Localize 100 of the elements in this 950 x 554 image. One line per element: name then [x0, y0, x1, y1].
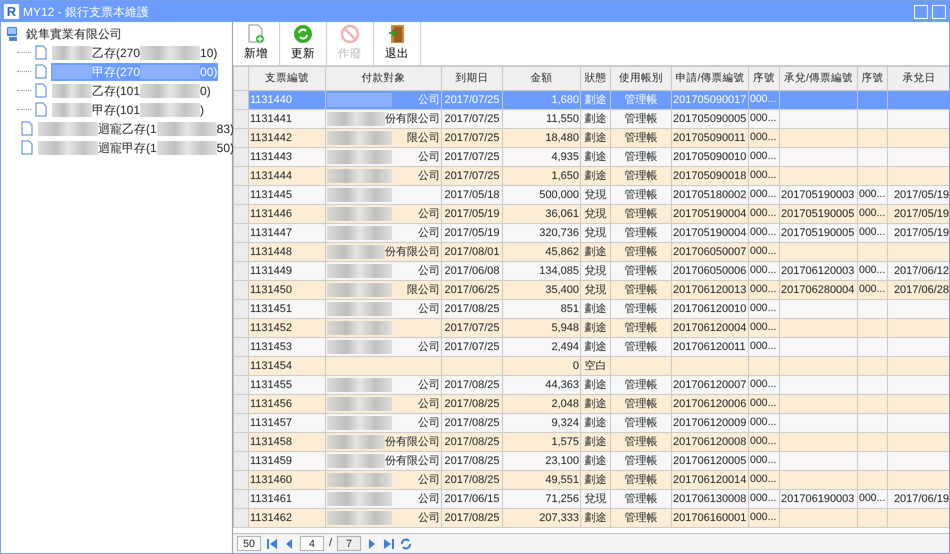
row-header[interactable]	[234, 128, 248, 148]
table-cell-text: 公司	[418, 416, 440, 431]
table-row[interactable]: 1131443 公司 2017/07/25 4,935 劃途 管理帳 201705090010 000...	[234, 148, 949, 166]
column-header[interactable]: 承兌日	[888, 66, 949, 90]
table-cell: 管理帳	[610, 470, 672, 490]
row-header[interactable]	[234, 470, 248, 490]
table-cell: 劃途	[580, 508, 610, 528]
table-row[interactable]: 1131448 份有限公司 2017/08/01 45,862 劃途 管理帳 201706050007 000...	[234, 242, 949, 262]
table-cell: 劃途	[580, 470, 610, 490]
row-header[interactable]	[234, 280, 248, 300]
row-header[interactable]	[234, 490, 248, 508]
column-header[interactable]: 序號	[748, 66, 780, 90]
table-row[interactable]: 1131445 2017/05/18 500,000 兌現 管理帳 201705180002 000... 201705190003 000... 2017/05/19	[234, 186, 949, 204]
table-cell: 劃途	[580, 414, 610, 432]
table-cell: 管理帳	[610, 338, 672, 356]
table-cell: 劃途	[580, 110, 610, 128]
table-cell: 201705190003	[780, 186, 858, 204]
table-row[interactable]: 1131453 公司 2017/07/25 2,494 劃途 管理帳 201706120011 000...	[234, 338, 949, 356]
table-cell: 000...	[858, 186, 888, 204]
refresh-icon	[293, 24, 313, 44]
table-cell: 000...	[748, 186, 780, 204]
table-row[interactable]: 1131456 公司 2017/08/25 2,048 劃途 管理帳 201706120006 000...	[234, 394, 949, 414]
row-header[interactable]	[234, 414, 248, 432]
table-cell: 1131441	[248, 110, 326, 128]
table-cell: 劃途	[580, 90, 610, 110]
row-header[interactable]	[234, 242, 248, 262]
tree-item[interactable]: 迴寵乙存(1 83)	[37, 120, 236, 138]
row-header[interactable]	[234, 148, 248, 166]
tree-item[interactable]: 乙存(270 10)	[51, 44, 218, 62]
table-cell: 1131462	[248, 508, 326, 528]
table-row[interactable]: 1131458 份有限公司 2017/08/25 1,575 劃途 管理帳 201706120008 000...	[234, 432, 949, 452]
row-header[interactable]	[234, 186, 248, 204]
row-header[interactable]	[234, 376, 248, 394]
column-header[interactable]: 付款對象	[326, 66, 442, 90]
table-cell-text: 公司	[418, 492, 440, 507]
row-header[interactable]	[234, 394, 248, 414]
row-header[interactable]	[234, 224, 248, 242]
column-header[interactable]: 金額	[502, 66, 580, 90]
table-cell-text: 公司	[418, 264, 440, 279]
tree-item[interactable]: 乙存(101 0)	[51, 82, 212, 100]
table-row[interactable]: 1131441 份有限公司 2017/07/25 11,550 劃途 管理帳 201705090005 000...	[234, 110, 949, 128]
row-header[interactable]	[234, 110, 248, 128]
row-header[interactable]	[234, 90, 248, 110]
row-header[interactable]	[234, 204, 248, 224]
row-header[interactable]	[234, 318, 248, 338]
column-header[interactable]: 使用帳別	[610, 66, 672, 90]
row-header[interactable]	[234, 356, 248, 376]
table-cell: 201706160001	[672, 508, 748, 528]
minimize-button[interactable]	[914, 4, 928, 18]
table-cell: 2017/05/19	[442, 204, 502, 224]
table-cell-text: 公司	[418, 378, 440, 393]
table-cell: 000...	[748, 148, 780, 166]
table-cell: 管理帳	[610, 262, 672, 280]
column-header[interactable]: 到期日	[442, 66, 502, 90]
row-header[interactable]	[234, 452, 248, 470]
table-cell: 45,862	[502, 242, 580, 262]
row-header[interactable]	[234, 300, 248, 318]
table-cell: 管理帳	[610, 394, 672, 414]
table-cell-text: 公司	[418, 92, 440, 108]
table-cell: 管理帳	[610, 376, 672, 394]
table-cell: 劃途	[580, 318, 610, 338]
table-row[interactable]: 1131449 公司 2017/06/08 134,085 兌現 管理帳 201706050006 000... 201706120003 000... 2017/06/12	[234, 262, 949, 280]
tree-root-label[interactable]: 銳隼實業有限公司	[25, 24, 123, 42]
table-row[interactable]: 1131457 公司 2017/08/25 9,324 劃途 管理帳 201706120009 000...	[234, 414, 949, 432]
table-cell: 201706120010	[672, 300, 748, 318]
row-header[interactable]	[234, 508, 248, 528]
table-row[interactable]: 1131459 份有限公司 2017/08/25 23,100 劃途 管理帳 201706120005 000...	[234, 452, 949, 470]
table-row[interactable]: 1131442 限公司 2017/07/25 18,480 劃途 管理帳 201705090011 000...	[234, 128, 949, 148]
row-header[interactable]	[234, 338, 248, 356]
table-row[interactable]: 1131454 0 空白	[234, 356, 949, 376]
table-row[interactable]: 1131461 公司 2017/06/15 71,256 兌現 管理帳 201706130008 000... 201706190003 000... 2017/06/19	[234, 490, 949, 508]
tree-item[interactable]: 甲存(101 )	[51, 100, 206, 118]
table-cell: 9,324	[502, 414, 580, 432]
row-header[interactable]	[234, 262, 248, 280]
table-cell: 44,363	[502, 376, 580, 394]
table-row[interactable]: 1131451 公司 2017/08/25 851 劃途 管理帳 201706120010 000...	[234, 300, 949, 318]
column-header[interactable]: 承兌/傳票編號	[780, 66, 858, 90]
table-cell: 管理帳	[610, 90, 672, 110]
row-header[interactable]	[234, 432, 248, 452]
table-row[interactable]: 1131462 公司 2017/08/25 207,333 劃途 管理帳 201706160001 000...	[234, 508, 949, 528]
table-row[interactable]: 1131446 公司 2017/05/19 36,061 兌現 管理帳 201705190004 000... 201705190005 000... 2017/05/19	[234, 204, 949, 224]
maximize-button[interactable]	[932, 4, 946, 18]
page-number-field[interactable]: 4	[300, 536, 324, 551]
table-row[interactable]: 1131452 2017/07/25 5,948 劃途 管理帳 201706120004 000...	[234, 318, 949, 338]
table-row[interactable]: 1131460 公司 2017/08/25 49,551 劃途 管理帳 201706120014 000...	[234, 470, 949, 490]
table-row[interactable]: 1131450 限公司 2017/06/25 35,400 兌現 管理帳 201706120013 000... 201706280004 000... 2017/06/28	[234, 280, 949, 300]
table-row[interactable]: 1131444 公司 2017/07/25 1,650 劃途 管理帳 201705090018 000...	[234, 166, 949, 186]
table-row[interactable]: 1131447 公司 2017/05/19 320,736 兌現 管理帳 201705190004 000... 201705190005 000... 2017/05/19	[234, 224, 949, 242]
column-header[interactable]: 序號	[858, 66, 888, 90]
column-header[interactable]: 申請/傳票編號	[672, 66, 748, 90]
table-row[interactable]: 1131455 公司 2017/08/25 44,363 劃途 管理帳 201706120007 000...	[234, 376, 949, 394]
table-cell: 2017/07/25	[442, 128, 502, 148]
column-header[interactable]: 狀態	[580, 66, 610, 90]
column-header[interactable]: 支票編號	[248, 66, 326, 90]
tree-item[interactable]: 迴寵甲存(1 50)	[37, 138, 236, 156]
row-header[interactable]	[234, 166, 248, 186]
table-cell: 1131449	[248, 262, 326, 280]
table-cell: 000...	[748, 262, 780, 280]
new-document-icon	[246, 24, 266, 44]
page-size-field[interactable]: 50	[237, 536, 261, 551]
